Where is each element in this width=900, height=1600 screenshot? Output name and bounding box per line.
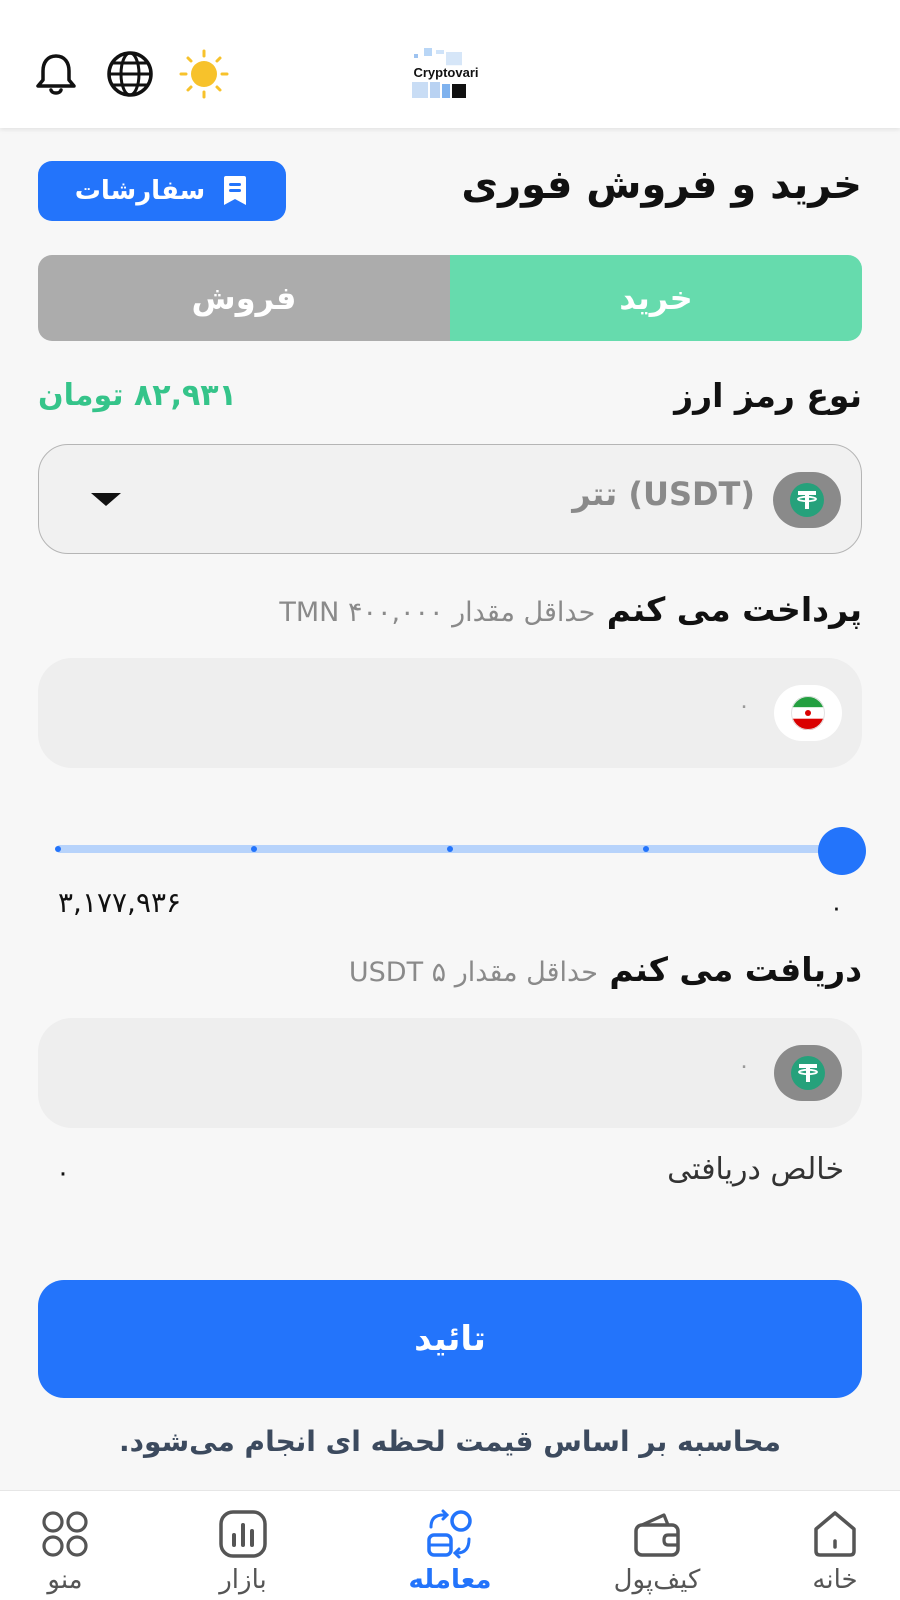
trade-type-switch: فروش خرید	[38, 255, 862, 341]
slider-step-dot	[251, 846, 257, 852]
nav-trade-label: معامله	[408, 1565, 492, 1595]
nav-menu-label: منو	[47, 1565, 83, 1595]
confirm-button[interactable]: تائید	[38, 1280, 862, 1398]
brand-logo[interactable]: Cryptovari	[406, 46, 486, 106]
pay-label-text: پرداخت می کنم	[606, 590, 862, 629]
iran-flag-icon	[791, 696, 825, 730]
receive-label-text: دریافت می کنم	[609, 950, 862, 989]
slider-step-dot	[447, 846, 453, 852]
net-received-value: ۰	[56, 1158, 70, 1188]
home-icon	[814, 1511, 856, 1557]
bottom-nav: خانه کیف‌پول معامله بازار	[0, 1490, 900, 1600]
tether-coin	[773, 472, 841, 528]
bell-icon[interactable]	[30, 48, 82, 100]
tether-coin	[774, 1045, 842, 1101]
receive-amount-field[interactable]: ۰	[38, 1018, 862, 1128]
iran-flag	[774, 685, 842, 741]
brand-name: Cryptovari	[406, 65, 486, 80]
sun-icon[interactable]	[178, 48, 230, 100]
receive-min-hint: حداقل مقدار ۵ USDT	[348, 957, 598, 988]
tab-sell[interactable]: فروش	[38, 255, 450, 341]
tether-icon	[791, 1056, 825, 1090]
nav-trade[interactable]: معامله	[385, 1501, 515, 1600]
orders-label: سفارشات	[74, 176, 206, 206]
globe-icon[interactable]	[104, 48, 156, 100]
selected-currency: تتر (USDT)	[572, 475, 755, 513]
nav-wallet[interactable]: کیف‌پول	[592, 1501, 722, 1600]
nav-market-label: بازار	[219, 1565, 267, 1595]
slider-step-dot	[55, 846, 61, 852]
nav-home-label: خانه	[812, 1565, 858, 1595]
pay-min-hint: حداقل مقدار ۴۰۰,۰۰۰ TMN	[279, 597, 596, 628]
wallet-icon	[634, 1513, 680, 1557]
price-note: محاسبه بر اساس قیمت لحظه ای انجام می‌شود…	[119, 1425, 781, 1458]
trade-icon	[427, 1509, 472, 1559]
currency-type-label: نوع رمز ارز	[674, 376, 862, 415]
nav-market[interactable]: بازار	[178, 1501, 308, 1600]
pay-amount-field[interactable]: ۰	[38, 658, 862, 768]
receive-label: دریافت می کنم حداقل مقدار ۵ USDT	[349, 950, 862, 989]
page-title: خرید و فروش فوری	[461, 162, 862, 208]
pay-label: پرداخت می کنم حداقل مقدار ۴۰۰,۰۰۰ TMN	[279, 590, 862, 629]
market-chart-icon	[219, 1510, 267, 1558]
amount-slider-thumb[interactable]	[818, 827, 866, 875]
net-received-label: خالص دریافتی	[667, 1152, 844, 1187]
currency-select[interactable]: تتر (USDT)	[38, 444, 862, 554]
receipt-icon	[224, 176, 247, 205]
receive-amount-value: ۰	[738, 1054, 750, 1079]
dropdown-caret-icon[interactable]	[91, 493, 121, 506]
nav-home[interactable]: خانه	[770, 1501, 900, 1600]
tab-buy[interactable]: خرید	[450, 255, 862, 341]
nav-wallet-label: کیف‌پول	[613, 1565, 701, 1595]
slider-max-value: ۳,۱۷۷,۹۳۶	[58, 886, 182, 919]
orders-button[interactable]: سفارشات	[38, 161, 286, 221]
slider-step-dot	[643, 846, 649, 852]
nav-menu[interactable]: منو	[0, 1501, 130, 1600]
pay-amount-value: ۰	[738, 694, 750, 719]
currency-price: ۸۲,۹۳۱ تومان	[38, 378, 237, 413]
top-header: Cryptovari	[0, 0, 900, 128]
tether-icon	[790, 483, 824, 517]
slider-min-value: ۰	[830, 894, 843, 922]
menu-grid-icon	[42, 1511, 88, 1557]
